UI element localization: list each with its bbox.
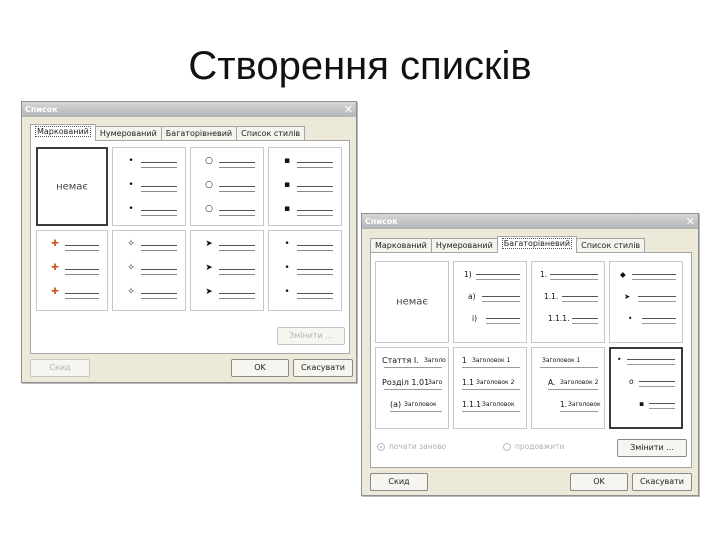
tab-panel: немає • • • ○ ○ ○ ▪ ▪ ▪ ✚ ✚ ✚ ✧ ✧ ✧ ➤ ➤ … (30, 140, 350, 354)
multilevel-option-heading-letters[interactable]: Заголовок 1 A. Заголовок 2 1. Заголовок (531, 347, 605, 429)
four-point-star-icon: ✧ (127, 263, 135, 273)
change-button[interactable]: Змінити ... (277, 327, 345, 345)
multilevel-gallery: немає 1) a) i) 1. 1.1. 1.1.1. ◆ ➤ • Стат… (375, 261, 683, 429)
bullet-option-pin[interactable]: ✚ ✚ ✚ (36, 230, 108, 311)
bullet-dot-icon: • (128, 204, 134, 214)
bullet-circle-icon: ○ (205, 180, 213, 190)
multilevel-option-heading-numbers[interactable]: 1 Заголовок 1 1.1 Заголовок 2 1.1.1 Заголов… (453, 347, 527, 429)
ok-button[interactable]: OK (570, 473, 628, 491)
bullet-circle-icon: o (629, 377, 634, 386)
bullet-square-icon: ▪ (283, 180, 291, 190)
none-label: немає (56, 181, 88, 192)
list-dialog-bulleted: Список ✕ Маркований Нумерований Багаторі… (21, 101, 357, 383)
multilevel-option-decimal[interactable]: 1. 1.1. 1.1.1. (531, 261, 605, 343)
bullet-dot-icon: • (628, 314, 633, 323)
tab-strip: Маркований Нумерований Багаторівневий Сп… (30, 124, 306, 141)
reset-button[interactable]: Скид (30, 359, 90, 377)
list-dialog-multilevel: Список ✕ Маркований Нумерований Багаторі… (361, 213, 699, 496)
tab-strip: Маркований Нумерований Багаторівневий Сп… (370, 236, 646, 253)
bullet-dot-icon: • (284, 263, 290, 273)
bullet-option-dot[interactable]: • • • (112, 147, 186, 226)
multilevel-option-bullets[interactable]: • o ▪ (609, 347, 683, 429)
bullet-option-arrow[interactable]: ➤ ➤ ➤ (190, 230, 264, 311)
bullet-option-square[interactable]: ▪ ▪ ▪ (268, 147, 342, 226)
bullet-dot-icon: • (128, 156, 134, 166)
bullet-dot-icon: • (128, 180, 134, 190)
four-point-star-icon: ✧ (127, 287, 135, 297)
bullet-option-none[interactable]: немає (36, 147, 108, 226)
tab-numbered[interactable]: Нумерований (94, 126, 162, 141)
four-point-star-icon: ✧ (127, 239, 135, 249)
tab-multilevel[interactable]: Багаторівневий (160, 126, 238, 141)
bullet-circle-icon: ○ (205, 156, 213, 166)
arrowhead-icon: ➤ (205, 263, 213, 273)
multilevel-option-article[interactable]: Стаття І. Заголо Розділ 1.01 Заго (a) Загол… (375, 347, 449, 429)
tab-list-styles[interactable]: Список стилів (236, 126, 306, 141)
multilevel-option-none[interactable]: немає (375, 261, 449, 343)
tab-list-styles[interactable]: Список стилів (576, 238, 646, 253)
dialog-titlebar: Список ✕ (22, 102, 356, 117)
diamond-icon: ◆ (620, 270, 626, 279)
tab-multilevel[interactable]: Багаторівневий (496, 236, 578, 253)
radio-button[interactable] (503, 442, 511, 451)
bullet-circle-icon: ○ (205, 204, 213, 214)
dialog-title: Список (25, 105, 58, 114)
bullet-option-small-dot[interactable]: • • • (268, 230, 342, 311)
bullet-gallery: немає • • • ○ ○ ○ ▪ ▪ ▪ ✚ ✚ ✚ ✧ ✧ ✧ ➤ ➤ … (36, 147, 342, 311)
radio-restart-numbering[interactable]: почати заново (377, 442, 446, 451)
multilevel-option-symbols[interactable]: ◆ ➤ • (609, 261, 683, 343)
close-icon[interactable]: ✕ (686, 214, 695, 229)
arrowhead-icon: ➤ (205, 287, 213, 297)
bullet-option-star[interactable]: ✧ ✧ ✧ (112, 230, 186, 311)
cancel-button[interactable]: Скасувати (293, 359, 353, 377)
bullet-dot-icon: • (284, 239, 290, 249)
bullet-option-circle[interactable]: ○ ○ ○ (190, 147, 264, 226)
none-label: немає (396, 296, 428, 308)
arrowhead-icon: ➤ (205, 239, 213, 249)
tab-panel: немає 1) a) i) 1. 1.1. 1.1.1. ◆ ➤ • Стат… (370, 252, 692, 468)
tab-bulleted[interactable]: Маркований (370, 238, 432, 253)
pin-icon: ✚ (51, 263, 59, 273)
bullet-dot-icon: • (617, 355, 622, 364)
cancel-button[interactable]: Скасувати (632, 473, 692, 491)
pin-icon: ✚ (51, 239, 59, 249)
bullet-square-icon: ▪ (639, 399, 645, 408)
bullet-square-icon: ▪ (283, 204, 291, 214)
ok-button[interactable]: OK (231, 359, 289, 377)
bullet-dot-icon: • (284, 287, 290, 297)
tab-numbered[interactable]: Нумерований (430, 238, 498, 253)
dialog-titlebar: Список ✕ (362, 214, 698, 229)
slide-title: Створення списків (188, 44, 532, 88)
close-icon[interactable]: ✕ (344, 102, 353, 117)
dialog-title: Список (365, 217, 398, 226)
change-button[interactable]: Змінити ... (617, 439, 687, 457)
arrowhead-icon: ➤ (624, 292, 631, 301)
reset-button[interactable]: Скид (370, 473, 428, 491)
pin-icon: ✚ (51, 287, 59, 297)
radio-button[interactable] (377, 442, 385, 451)
bullet-square-icon: ▪ (283, 156, 291, 166)
tab-bulleted[interactable]: Маркований (30, 124, 96, 141)
multilevel-option-numbered[interactable]: 1) a) i) (453, 261, 527, 343)
radio-continue-numbering[interactable]: продовжити (503, 442, 564, 451)
